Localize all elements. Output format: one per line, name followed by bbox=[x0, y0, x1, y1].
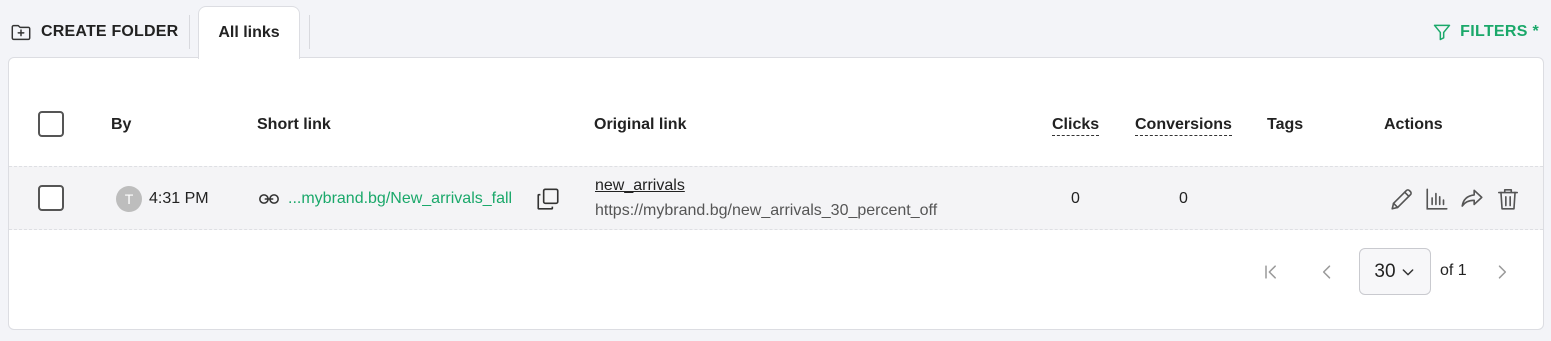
create-folder-label: CREATE FOLDER bbox=[41, 23, 179, 40]
chevron-left-icon bbox=[1322, 265, 1331, 279]
conversions-count: 0 bbox=[1179, 190, 1188, 207]
filters-button[interactable]: FILTERS * bbox=[1432, 20, 1539, 44]
header-actions: Actions bbox=[1384, 116, 1443, 133]
header-original-link: Original link bbox=[594, 116, 687, 133]
bar-chart-icon bbox=[1426, 188, 1448, 210]
tab-all-links-label: All links bbox=[218, 24, 280, 41]
avatar: T bbox=[116, 186, 142, 212]
folder-plus-icon bbox=[11, 24, 31, 41]
page-count-label: of 1 bbox=[1440, 262, 1467, 279]
tab-all-links[interactable]: All links bbox=[198, 6, 300, 59]
filters-label: FILTERS * bbox=[1460, 23, 1539, 40]
header-short-link: Short link bbox=[257, 116, 331, 133]
header-by: By bbox=[111, 116, 132, 133]
created-time: 4:31 PM bbox=[149, 190, 209, 207]
header-clicks[interactable]: Clicks bbox=[1052, 116, 1100, 136]
share-button[interactable] bbox=[1458, 185, 1486, 213]
trash-icon bbox=[1497, 188, 1519, 210]
next-page-button[interactable] bbox=[1490, 260, 1514, 284]
copy-icon[interactable] bbox=[535, 186, 561, 212]
edit-button[interactable] bbox=[1388, 185, 1416, 213]
select-all-checkbox[interactable] bbox=[38, 111, 64, 137]
per-page-value: 30 bbox=[1374, 260, 1396, 282]
original-link-url: https://mybrand.bg/new_arrivals_30_perce… bbox=[595, 202, 938, 219]
pencil-icon bbox=[1391, 189, 1412, 210]
header-tags: Tags bbox=[1267, 116, 1304, 133]
share-icon bbox=[1461, 189, 1483, 207]
chevron-down-icon bbox=[1402, 268, 1413, 275]
delete-button[interactable] bbox=[1494, 185, 1522, 213]
divider bbox=[189, 15, 190, 49]
links-table: By Short link Original link Clicks Conve… bbox=[8, 57, 1544, 330]
clicks-count: 0 bbox=[1071, 190, 1080, 207]
first-page-icon bbox=[1265, 265, 1276, 279]
toolbar: CREATE FOLDER All links FILTERS * bbox=[0, 0, 1551, 59]
per-page-select[interactable]: 30 bbox=[1359, 248, 1431, 295]
header-conversions[interactable]: Conversions bbox=[1135, 116, 1232, 136]
link-icon bbox=[259, 194, 279, 204]
create-folder-button[interactable]: CREATE FOLDER bbox=[10, 18, 178, 46]
previous-page-button[interactable] bbox=[1315, 260, 1339, 284]
row-checkbox[interactable] bbox=[38, 185, 64, 211]
stats-button[interactable] bbox=[1423, 185, 1451, 213]
original-link-title[interactable]: new_arrivals bbox=[595, 177, 685, 195]
first-page-button[interactable] bbox=[1259, 260, 1283, 284]
table-row: T 4:31 PM ...mybrand.bg/New_arrivals_fal… bbox=[9, 166, 1543, 230]
divider bbox=[309, 15, 310, 49]
filter-icon bbox=[1433, 24, 1451, 41]
short-link[interactable]: ...mybrand.bg/New_arrivals_fall bbox=[288, 190, 512, 208]
chevron-right-icon bbox=[1498, 265, 1507, 279]
